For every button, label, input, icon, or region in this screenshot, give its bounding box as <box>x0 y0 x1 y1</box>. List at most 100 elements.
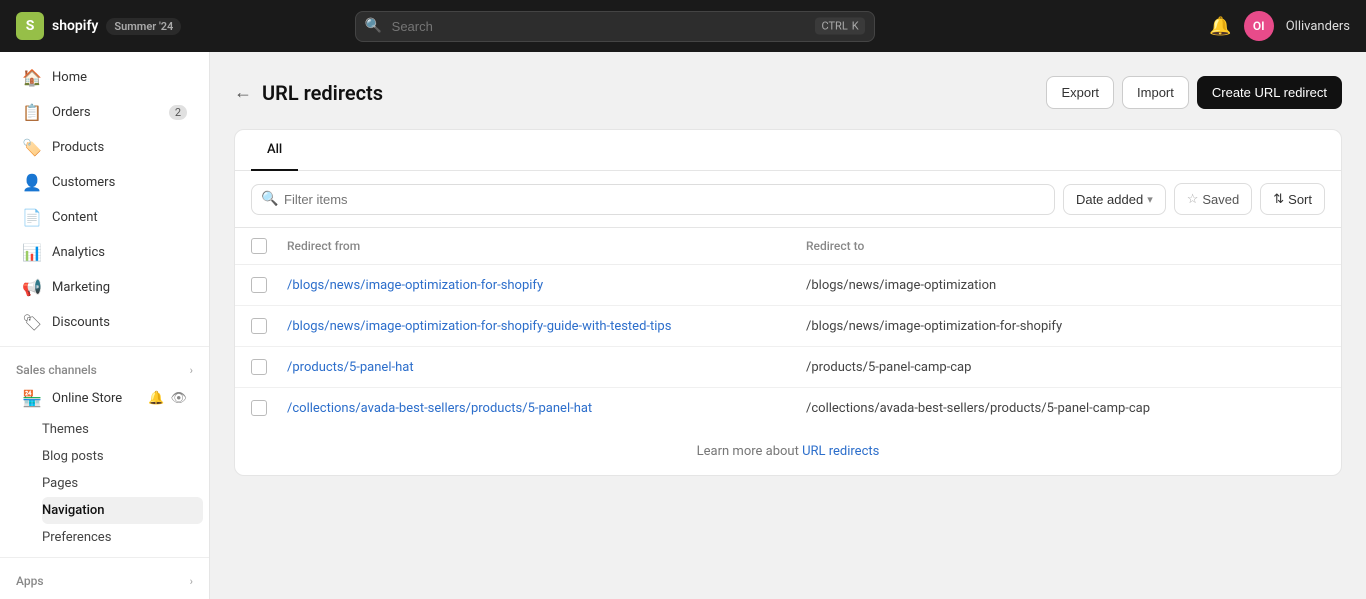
page-header-left: ← URL redirects <box>234 81 383 105</box>
import-button[interactable]: Import <box>1122 76 1189 109</box>
page-header-right: Export Import Create URL redirect <box>1046 76 1342 109</box>
sidebar-divider-2 <box>0 557 209 558</box>
online-store-icon: 🏪 <box>22 389 42 408</box>
url-redirects-link[interactable]: URL redirects <box>802 444 879 459</box>
sidebar-item-settings[interactable]: ⚙️ Settings <box>6 592 203 599</box>
sidebar-label-marketing: Marketing <box>52 280 110 295</box>
sidebar-item-themes[interactable]: Themes <box>42 416 203 443</box>
sidebar-item-orders[interactable]: 📋 Orders 2 <box>6 95 203 130</box>
redirects-card: All 🔍 Date added ▾ ☆ Saved ⇅ So <box>234 129 1342 476</box>
bell-icon[interactable]: 🔔 <box>148 391 164 406</box>
filter-input-wrap: 🔍 <box>251 184 1055 215</box>
sidebar-item-customers[interactable]: 👤 Customers <box>6 165 203 200</box>
sidebar-item-home[interactable]: 🏠 Home <box>6 60 203 95</box>
sidebar-label-discounts: Discounts <box>52 315 110 330</box>
search-shortcut: CTRL K <box>815 18 864 35</box>
table-row[interactable]: /collections/avada-best-sellers/products… <box>235 388 1341 428</box>
table-body: /blogs/news/image-optimization-for-shopi… <box>235 265 1341 428</box>
sidebar-item-preferences[interactable]: Preferences <box>42 524 203 551</box>
footer-note: Learn more about URL redirects <box>235 428 1341 475</box>
footer-text: Learn more about <box>697 444 802 459</box>
back-arrow[interactable]: ← <box>234 82 252 103</box>
sidebar-item-content[interactable]: 📄 Content <box>6 200 203 235</box>
row-checkbox-0[interactable] <box>251 277 267 293</box>
sidebar-item-products[interactable]: 🏷️ Products <box>6 130 203 165</box>
summer-badge: Summer '24 <box>106 18 181 35</box>
page-header: ← URL redirects Export Import Create URL… <box>234 76 1342 109</box>
sort-button[interactable]: ⇅ Sort <box>1260 183 1325 215</box>
main-layout: 🏠 Home 📋 Orders 2 🏷️ Products 👤 Customer… <box>0 52 1366 599</box>
table-row[interactable]: /blogs/news/image-optimization-for-shopi… <box>235 306 1341 347</box>
row-to-0: /blogs/news/image-optimization <box>806 278 1325 293</box>
header-to: Redirect to <box>806 239 1325 253</box>
customers-icon: 👤 <box>22 173 42 192</box>
orders-icon: 📋 <box>22 103 42 122</box>
saved-button[interactable]: ☆ Saved <box>1174 183 1253 215</box>
row-to-2: /products/5-panel-camp-cap <box>806 360 1325 375</box>
row-from-1: /blogs/news/image-optimization-for-shopi… <box>287 319 806 334</box>
marketing-icon: 📢 <box>22 278 42 297</box>
export-button[interactable]: Export <box>1046 76 1114 109</box>
content-icon: 📄 <box>22 208 42 227</box>
sidebar-item-marketing[interactable]: 📢 Marketing <box>6 270 203 305</box>
notification-icon[interactable]: 🔔 <box>1209 16 1231 37</box>
search-bar: 🔍 CTRL K <box>355 11 875 42</box>
row-to-1: /blogs/news/image-optimization-for-shopi… <box>806 319 1325 334</box>
sort-label: Sort <box>1288 192 1312 207</box>
search-input[interactable] <box>355 11 875 42</box>
row-from-2: /products/5-panel-hat <box>287 360 806 375</box>
star-icon: ☆ <box>1187 191 1199 207</box>
sidebar-label-products: Products <box>52 140 104 155</box>
avatar: OI <box>1244 11 1274 41</box>
sales-channels-chevron: › <box>190 364 193 377</box>
shopify-logo: S shopify Summer '24 <box>16 12 181 40</box>
row-checkbox-2[interactable] <box>251 359 267 375</box>
analytics-icon: 📊 <box>22 243 42 262</box>
apps-header: Apps › <box>0 566 209 592</box>
store-name: Ollivanders <box>1286 19 1350 34</box>
eye-icon[interactable]: 👁 <box>170 391 187 406</box>
sidebar-item-navigation[interactable]: Navigation <box>42 497 203 524</box>
topbar-right: 🔔 OI Ollivanders <box>1209 11 1350 41</box>
saved-label: Saved <box>1202 192 1239 207</box>
online-store-label: Online Store <box>52 391 122 406</box>
sidebar: 🏠 Home 📋 Orders 2 🏷️ Products 👤 Customer… <box>0 52 210 599</box>
date-chevron-icon: ▾ <box>1147 193 1153 206</box>
sales-channels-header: Sales channels › <box>0 355 209 381</box>
sales-channels-label: Sales channels <box>16 363 97 377</box>
sidebar-item-pages[interactable]: Pages <box>42 470 203 497</box>
create-redirect-button[interactable]: Create URL redirect <box>1197 76 1342 109</box>
products-icon: 🏷️ <box>22 138 42 157</box>
logo-text: shopify <box>52 18 98 34</box>
sidebar-item-online-store[interactable]: 🏪 Online Store 🔔 👁 <box>6 381 203 416</box>
tab-all[interactable]: All <box>251 130 298 171</box>
filter-input[interactable] <box>251 184 1055 215</box>
orders-badge: 2 <box>169 105 187 120</box>
table-row[interactable]: /products/5-panel-hat /products/5-panel-… <box>235 347 1341 388</box>
sidebar-label-home: Home <box>52 70 87 85</box>
row-checkbox-3[interactable] <box>251 400 267 416</box>
filter-search-icon: 🔍 <box>261 191 278 207</box>
row-from-3: /collections/avada-best-sellers/products… <box>287 401 806 416</box>
date-added-label: Date added <box>1076 192 1143 207</box>
sidebar-item-analytics[interactable]: 📊 Analytics <box>6 235 203 270</box>
date-added-button[interactable]: Date added ▾ <box>1063 184 1166 215</box>
row-from-0: /blogs/news/image-optimization-for-shopi… <box>287 278 806 293</box>
table-header: Redirect from Redirect to <box>235 228 1341 265</box>
sidebar-item-blog-posts[interactable]: Blog posts <box>42 443 203 470</box>
sidebar-divider-1 <box>0 346 209 347</box>
apps-chevron: › <box>190 575 193 588</box>
discounts-icon: 🏷 <box>22 313 42 332</box>
sidebar-label-content: Content <box>52 210 98 225</box>
header-check-col <box>251 238 287 254</box>
table-row[interactable]: /blogs/news/image-optimization-for-shopi… <box>235 265 1341 306</box>
row-to-3: /collections/avada-best-sellers/products… <box>806 401 1325 416</box>
header-from: Redirect from <box>287 239 806 253</box>
search-icon: 🔍 <box>365 18 382 34</box>
sidebar-item-discounts[interactable]: 🏷 Discounts <box>6 305 203 340</box>
select-all-checkbox[interactable] <box>251 238 267 254</box>
filter-row: 🔍 Date added ▾ ☆ Saved ⇅ Sort <box>235 171 1341 228</box>
row-checkbox-1[interactable] <box>251 318 267 334</box>
card-tabs: All <box>235 130 1341 171</box>
sidebar-label-customers: Customers <box>52 175 115 190</box>
